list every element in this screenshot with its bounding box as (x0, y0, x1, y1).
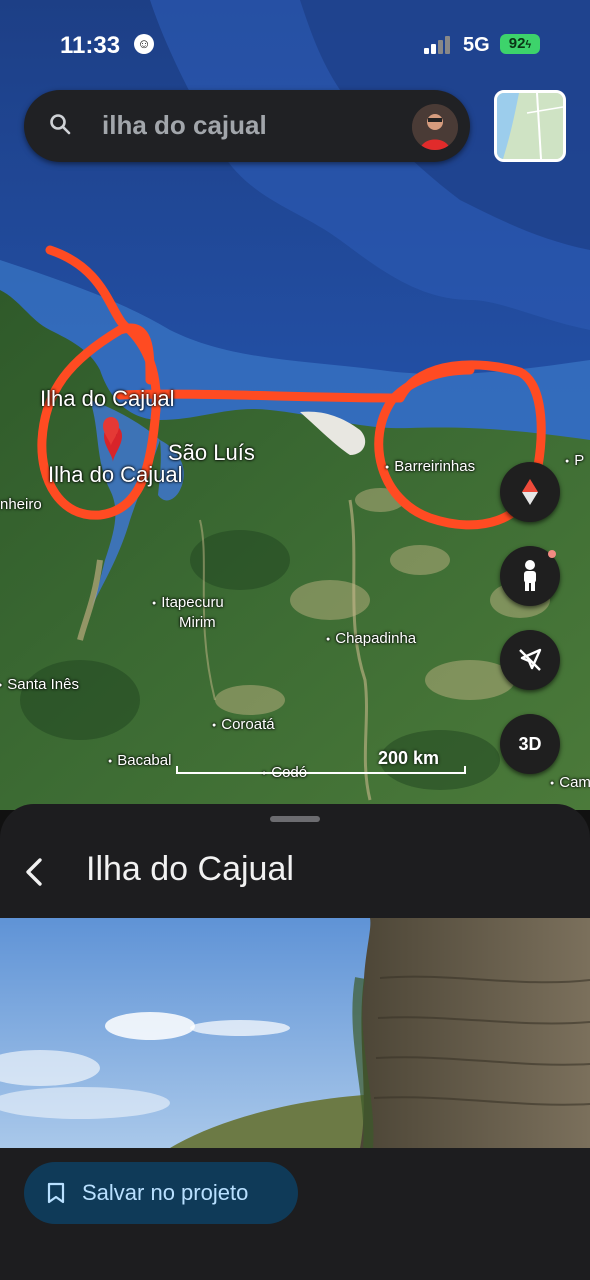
place-label-bacabal[interactable]: Bacabal (108, 752, 171, 769)
cliff-photo (0, 918, 590, 1148)
status-bar: 11:33 ☺ 5G 92ϟ (0, 0, 590, 80)
battery-indicator: 92ϟ (500, 34, 540, 54)
place-label-edge-right-top[interactable]: P (565, 452, 584, 469)
map-layers-button[interactable] (494, 90, 566, 162)
place-label-ilha-do-cajual-secondary[interactable]: Ilha do Cajual (48, 462, 183, 488)
map-thumbnail-icon (497, 93, 563, 159)
drag-handle[interactable] (270, 816, 320, 822)
location-off-button[interactable] (500, 630, 560, 690)
avatar[interactable] (412, 104, 458, 150)
place-label-barreirinhas[interactable]: Barreirinhas (385, 458, 475, 475)
smiley-icon: ☺ (134, 34, 154, 54)
place-label-coroata[interactable]: Coroatá (212, 716, 274, 733)
place-photo[interactable] (0, 918, 590, 1148)
charging-icon: ϟ (525, 39, 532, 51)
network-type: 5G (463, 34, 490, 56)
status-time: 11:33 (60, 32, 121, 59)
search-input[interactable]: ilha do cajual (102, 110, 267, 141)
street-view-button[interactable] (500, 546, 560, 606)
place-bottom-sheet[interactable]: Ilha do Cajual Salvar no projeto (0, 804, 590, 1280)
back-arrow-icon[interactable] (20, 854, 50, 890)
place-label-sao-luis[interactable]: São Luís (168, 440, 255, 466)
place-label-edge-right-bottom[interactable]: Cam (550, 774, 590, 791)
place-label-itapecuru[interactable]: Itapecuru (152, 594, 224, 611)
save-to-project-label: Salvar no projeto (82, 1180, 249, 1205)
place-label-ilha-do-cajual[interactable]: Ilha do Cajual (40, 386, 175, 412)
navigation-off-icon (519, 648, 542, 671)
bookmark-icon (47, 1182, 65, 1204)
battery-level: 92 (508, 35, 526, 52)
search-icon[interactable] (48, 112, 72, 136)
pegman-icon (524, 560, 536, 591)
place-label-chapadinha[interactable]: Chapadinha (326, 630, 416, 647)
save-to-project-button[interactable]: Salvar no projeto (24, 1162, 298, 1224)
place-label-mirim: Mirim (179, 614, 216, 631)
compass-button[interactable] (500, 462, 560, 522)
notification-dot (548, 550, 556, 558)
place-label-santa-ines[interactable]: Santa Inês (0, 676, 79, 693)
3d-toggle-button[interactable]: 3D (500, 714, 560, 774)
signal-icon (424, 36, 450, 54)
scale-label: 200 km (378, 748, 440, 768)
place-title: Ilha do Cajual (86, 850, 294, 888)
avatar-photo (412, 104, 458, 150)
place-label-pinheiro[interactable]: nheiro (0, 496, 42, 513)
compass-icon (522, 479, 538, 505)
